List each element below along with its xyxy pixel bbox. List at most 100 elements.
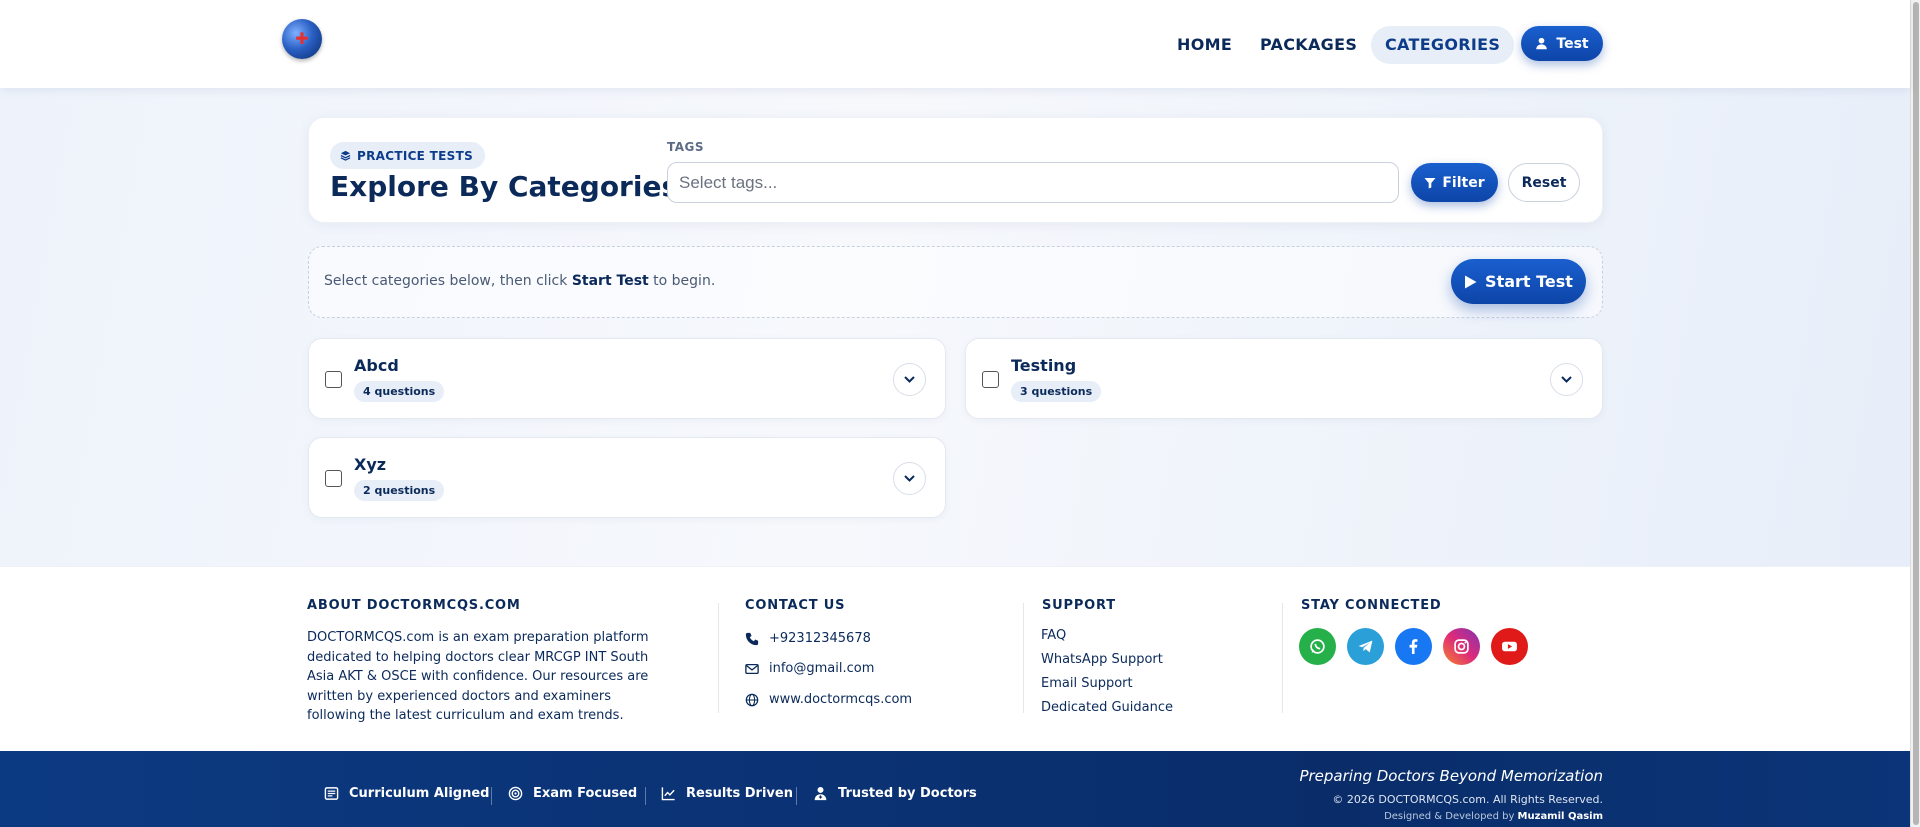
filter-icon	[1424, 177, 1436, 188]
whatsapp-button[interactable]	[1299, 628, 1336, 665]
feature-curriculum-aligned: Curriculum Aligned	[324, 786, 489, 801]
feature-results-driven: Results Driven	[661, 786, 793, 801]
category-name: Xyz	[354, 455, 387, 474]
feature-label: Results Driven	[686, 786, 793, 801]
footer-divider	[1023, 603, 1024, 713]
copyright: © 2026 DOCTORMCQS.com. All Rights Reserv…	[1332, 793, 1603, 806]
whatsapp-support-link[interactable]: WhatsApp Support	[1041, 652, 1163, 667]
category-name: Abcd	[354, 356, 399, 375]
telegram-icon	[1358, 640, 1373, 653]
target-icon	[508, 786, 523, 801]
developer-name[interactable]: Muzamil Qasim	[1518, 811, 1603, 822]
question-count-badge: 2 questions	[354, 480, 445, 501]
feature-divider	[491, 787, 492, 805]
footer-divider	[1282, 603, 1283, 713]
feature-exam-focused: Exam Focused	[508, 786, 637, 801]
tags-label: TAGS	[667, 140, 705, 154]
contact-website[interactable]: www.doctormcqs.com	[745, 692, 912, 707]
nav-home-link[interactable]: HOME	[1163, 26, 1246, 64]
category-card[interactable]: Xyz 2 questions	[308, 437, 946, 518]
filter-button-label: Filter	[1442, 174, 1485, 191]
contact-email[interactable]: info@gmail.com	[745, 661, 874, 676]
practice-tests-label: PRACTICE TESTS	[357, 148, 474, 163]
category-checkbox[interactable]	[325, 371, 342, 388]
footer: ABOUT DOCTORMCQS.COM DOCTORMCQS.com is a…	[0, 566, 1910, 751]
support-heading: SUPPORT	[1042, 598, 1116, 613]
category-name: Testing	[1011, 356, 1077, 375]
top-navbar: ✚ HOME PACKAGES CATEGORIES Test	[0, 0, 1910, 88]
page-title: Explore By Categories	[330, 170, 679, 203]
bottom-bar: Curriculum Aligned Exam Focused Results …	[0, 751, 1910, 827]
expand-toggle-button[interactable]	[893, 462, 926, 495]
hero-card: PRACTICE TESTS Explore By Categories TAG…	[308, 117, 1603, 223]
instruction-bar: Select categories below, then click Star…	[308, 246, 1603, 318]
play-icon	[1465, 275, 1477, 288]
instagram-button[interactable]	[1443, 628, 1480, 665]
email-support-link[interactable]: Email Support	[1041, 676, 1133, 691]
instruction-text: Select categories below, then click Star…	[324, 273, 715, 289]
practice-tests-badge: PRACTICE TESTS	[330, 142, 486, 169]
feature-label: Trusted by Doctors	[838, 786, 977, 801]
telegram-button[interactable]	[1347, 628, 1384, 665]
contact-phone[interactable]: +92312345678	[745, 631, 871, 646]
question-count-badge: 4 questions	[354, 381, 445, 402]
credit-prefix: Designed & Developed by	[1384, 811, 1518, 822]
youtube-button[interactable]	[1491, 628, 1528, 665]
facebook-icon	[1409, 639, 1418, 654]
feature-divider	[645, 787, 646, 805]
email-text: info@gmail.com	[769, 661, 875, 676]
page-scrollbar[interactable]	[1910, 0, 1920, 827]
faq-link[interactable]: FAQ	[1041, 628, 1066, 643]
tagline: Preparing Doctors Beyond Memorization	[1299, 767, 1603, 785]
website-text: www.doctormcqs.com	[769, 692, 913, 707]
about-text: DOCTORMCQS.com is an exam preparation pl…	[307, 630, 649, 723]
feature-trusted-by-doctors: Trusted by Doctors	[813, 786, 977, 801]
category-checkbox[interactable]	[325, 470, 342, 487]
user-menu-button[interactable]: Test	[1521, 26, 1603, 61]
category-card[interactable]: Testing 3 questions	[965, 338, 1603, 419]
facebook-button[interactable]	[1395, 628, 1432, 665]
chevron-down-icon	[904, 376, 915, 383]
site-logo[interactable]: ✚	[282, 19, 322, 59]
instruction-after: to begin.	[648, 273, 716, 289]
developer-credit: Designed & Developed by Muzamil Qasim	[1384, 811, 1603, 822]
feature-label: Exam Focused	[533, 786, 638, 801]
phone-text: +92312345678	[769, 631, 871, 646]
tags-input[interactable]	[667, 162, 1399, 203]
reset-button[interactable]: Reset	[1508, 163, 1580, 202]
chart-line-icon	[661, 787, 675, 801]
start-test-label: Start Test	[1485, 272, 1573, 291]
document-list-icon	[324, 787, 339, 800]
about-heading: ABOUT DOCTORMCQS.COM	[307, 598, 521, 613]
instruction-before: Select categories below, then click	[324, 273, 572, 289]
question-count-badge: 3 questions	[1011, 381, 1102, 402]
youtube-icon	[1502, 641, 1517, 652]
chevron-down-icon	[904, 475, 915, 482]
user-name: Test	[1556, 35, 1589, 52]
chevron-down-icon	[1561, 376, 1572, 383]
doctor-icon	[814, 786, 827, 801]
envelope-icon	[745, 663, 759, 674]
user-icon	[1536, 37, 1548, 50]
category-checkbox[interactable]	[982, 371, 999, 388]
whatsapp-icon	[1310, 639, 1325, 654]
layers-icon	[340, 150, 351, 161]
feature-label: Curriculum Aligned	[349, 786, 490, 801]
feature-divider	[796, 787, 797, 805]
scrollbar-thumb[interactable]	[1913, 2, 1919, 825]
globe-icon	[745, 693, 759, 706]
filter-button[interactable]: Filter	[1411, 163, 1498, 202]
category-card[interactable]: Abcd 4 questions	[308, 338, 946, 419]
phone-icon	[745, 632, 759, 645]
contact-heading: CONTACT US	[745, 598, 846, 613]
nav-packages-link[interactable]: PACKAGES	[1246, 26, 1371, 64]
instruction-emphasis: Start Test	[571, 273, 649, 289]
social-heading: STAY CONNECTED	[1301, 598, 1442, 613]
expand-toggle-button[interactable]	[1550, 363, 1583, 396]
expand-toggle-button[interactable]	[893, 363, 926, 396]
instagram-icon	[1454, 639, 1469, 654]
footer-divider	[718, 603, 719, 713]
nav-categories-link[interactable]: CATEGORIES	[1371, 26, 1515, 64]
dedicated-guidance-link[interactable]: Dedicated Guidance	[1041, 700, 1173, 715]
start-test-button[interactable]: Start Test	[1451, 259, 1586, 304]
